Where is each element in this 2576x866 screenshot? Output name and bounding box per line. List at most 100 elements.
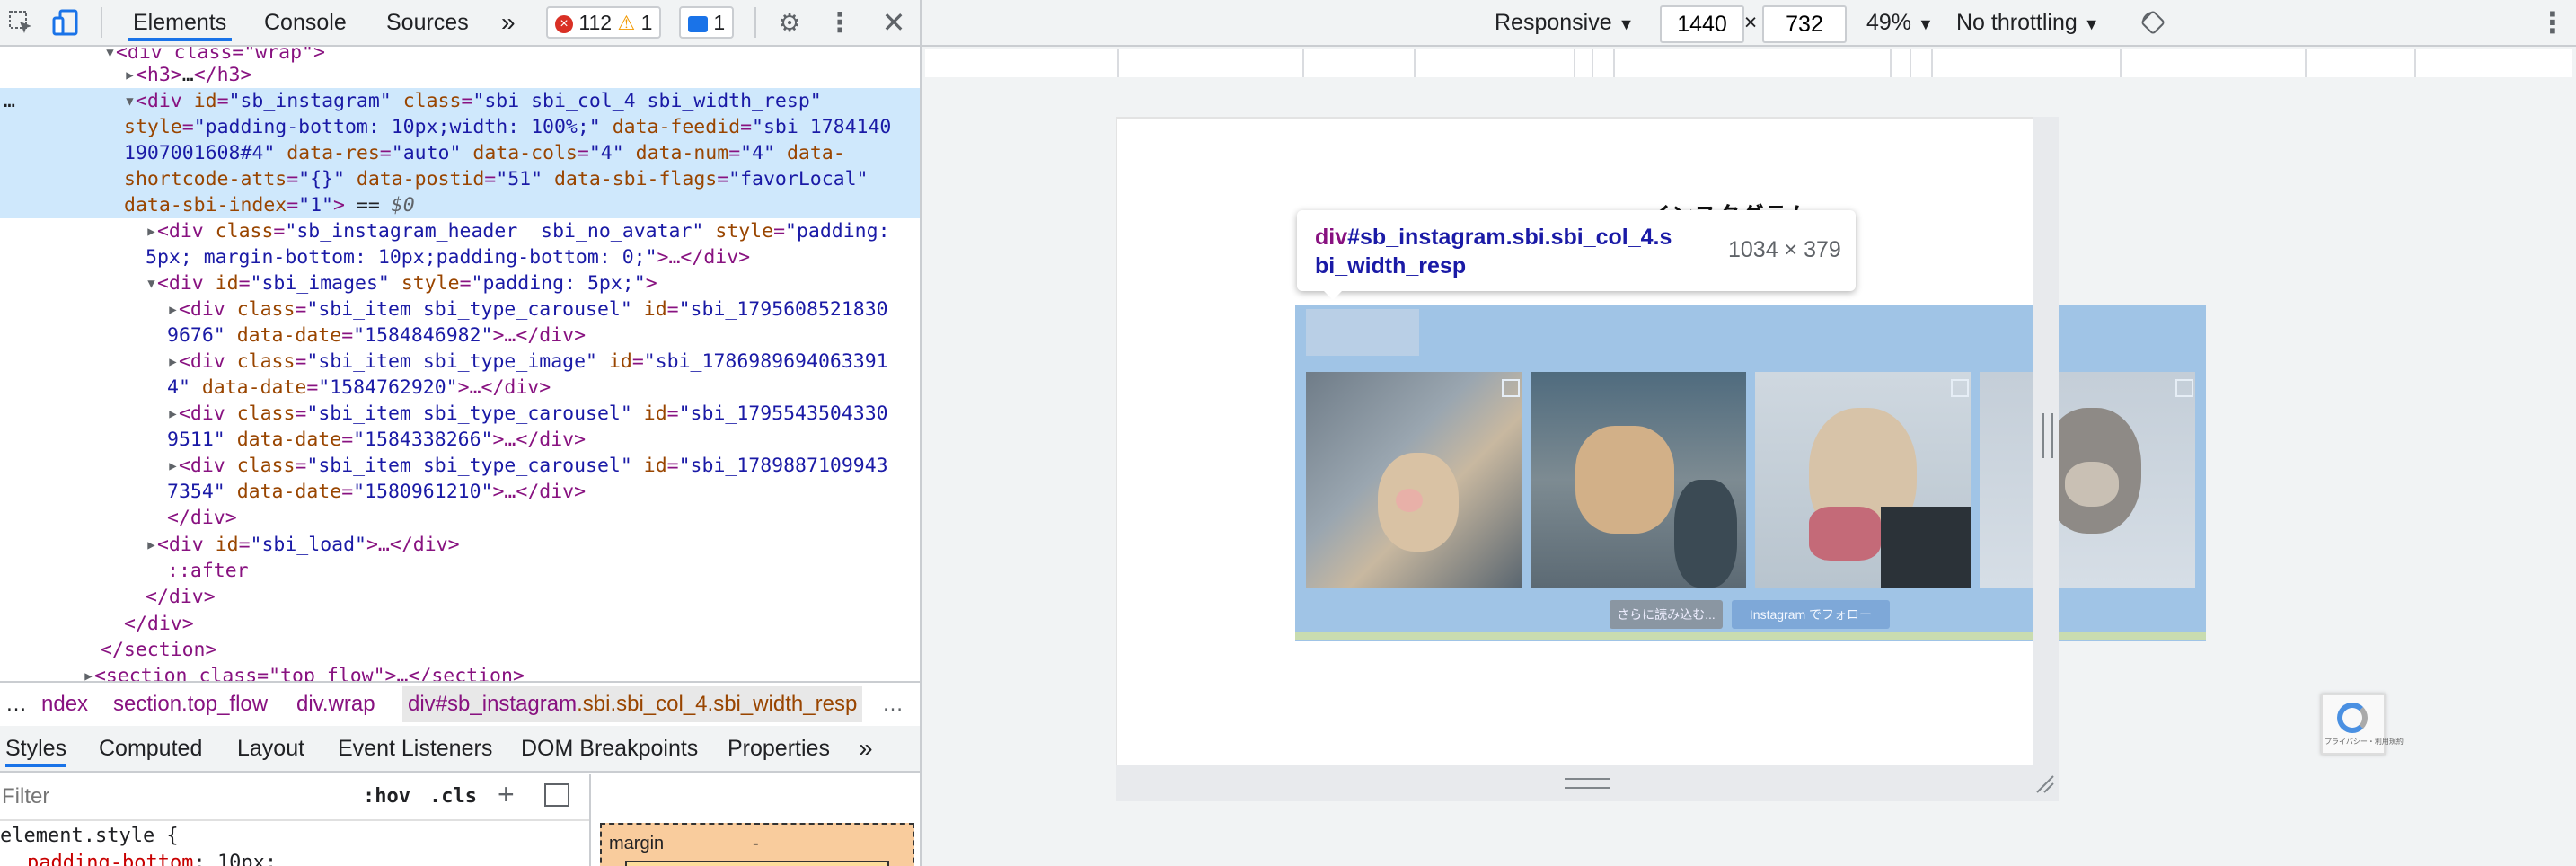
device-more-options-icon[interactable]: ⋮ xyxy=(2538,5,2567,40)
viewport-height-input[interactable] xyxy=(1762,5,1847,43)
dimension-separator: × xyxy=(1743,10,1758,35)
dom-node-h3[interactable]: ▸<h3>…</h3> xyxy=(124,62,920,88)
breadcrumb-scroll-left[interactable]: … xyxy=(5,690,27,719)
expand-triangle-icon[interactable]: ▸ xyxy=(167,350,179,373)
carousel-icon xyxy=(1502,379,1520,397)
media-query-marker xyxy=(1592,49,1593,77)
load-more-button[interactable]: さらに読み込む... xyxy=(1610,600,1723,629)
cls-toggle[interactable]: .cls xyxy=(429,785,477,808)
expand-triangle-icon[interactable]: ▸ xyxy=(83,665,94,681)
dom-node-after[interactable]: ::after xyxy=(167,558,920,584)
tab-computed[interactable]: Computed xyxy=(99,733,202,764)
filter-input[interactable] xyxy=(0,782,345,812)
recaptcha-badge[interactable]: プライバシー・利用規約 xyxy=(2321,694,2404,755)
dom-node-close-section: </section> xyxy=(101,639,217,661)
box-model-margin-label: margin xyxy=(609,834,665,853)
dom-node-item[interactable]: ▸<div class="sbi_item sbi_type_image" id… xyxy=(167,349,920,375)
more-options-icon[interactable]: ⋮ xyxy=(825,7,855,38)
instagram-photo[interactable] xyxy=(1531,372,1746,588)
device-toggle-icon[interactable] xyxy=(50,7,81,38)
dropdown-arrow-icon: ▼ xyxy=(1618,15,1635,33)
more-tabs-button[interactable]: » xyxy=(496,7,521,38)
dom-node-section[interactable]: ▸<section class="top_flow">…</section> xyxy=(83,663,920,681)
dom-node-sbi-images[interactable]: ▾<div id="sbi_images" style="padding: 5p… xyxy=(146,270,920,296)
throttling-dropdown[interactable]: No throttling ▼ xyxy=(1956,7,2100,38)
device-emulation-area: Responsive ▼ × 49% ▼ No throttling ▼ ⋮ イ… xyxy=(922,0,2576,866)
instagram-photo[interactable] xyxy=(1980,372,2195,588)
dom-node-item-line: 4" data-date="1584762920">…</div> xyxy=(167,376,551,399)
hov-toggle[interactable]: :hov xyxy=(363,785,410,808)
instagram-photo[interactable] xyxy=(1306,372,1522,588)
rotate-icon[interactable] xyxy=(2139,9,2166,36)
more-tabs-button[interactable]: » xyxy=(859,733,873,764)
media-query-marker xyxy=(2120,49,2122,77)
dom-node-item[interactable]: ▸<div class="sbi_item sbi_type_carousel"… xyxy=(167,453,920,479)
expand-triangle-icon[interactable]: ▸ xyxy=(167,402,179,425)
tab-console[interactable]: Console xyxy=(259,7,352,38)
media-query-marker xyxy=(2305,49,2307,77)
viewport-bottom-resize-handle[interactable] xyxy=(1116,765,2059,801)
tooltip-selector: div#sb_instagram.sbi.sbi_col_4.s bi_width… xyxy=(1315,225,1672,278)
media-query-marker xyxy=(1931,49,1933,77)
dom-node-sbi-load[interactable]: ▸<div id="sbi_load">…</div> xyxy=(146,532,920,558)
messages-badge[interactable]: 1 xyxy=(679,6,735,39)
pane-divider[interactable] xyxy=(589,774,591,866)
warning-icon: ⚠ xyxy=(617,12,636,34)
dom-node-header-line: 5px; margin-bottom: 10px;padding-bottom:… xyxy=(146,246,751,269)
expand-triangle-icon[interactable]: ▸ xyxy=(167,298,179,321)
dom-node-header[interactable]: ▸<div class="sb_instagram_header sbi_no_… xyxy=(146,218,920,244)
collapse-triangle-icon[interactable]: ▾ xyxy=(104,47,116,64)
recaptcha-links[interactable]: プライバシー・利用規約 xyxy=(2325,737,2404,747)
tab-layout[interactable]: Layout xyxy=(237,733,304,764)
dom-node-selected[interactable]: … ▾<div id="sb_instagram" class="sbi sbi_… xyxy=(0,88,920,114)
dom-node-item-line: 7354" data-date="1580961210">…</div> xyxy=(167,481,587,503)
close-icon[interactable]: ✕ xyxy=(878,6,909,39)
dom-node-close-div: </div> xyxy=(167,507,237,529)
viewport-width-input[interactable] xyxy=(1660,5,1744,43)
toggle-sidebar-icon[interactable] xyxy=(544,783,569,807)
dom-node-selected-line: data-sbi-index="1"> == $0 xyxy=(0,192,920,218)
styles-rule: element.style { padding-bottom: 10px; xyxy=(0,821,589,866)
devtools-panel: Elements Console Sources » × 112 ⚠ 1 1 ⚙… xyxy=(0,0,922,866)
viewport-right-resize-handle[interactable] xyxy=(2033,117,2059,800)
resize-grip-icon xyxy=(2042,413,2053,458)
dom-node-item[interactable]: ▸<div class="sbi_item sbi_type_carousel"… xyxy=(167,296,920,323)
breadcrumb-item[interactable]: div.wrap xyxy=(296,690,375,719)
expand-triangle-icon[interactable]: ▸ xyxy=(146,220,157,243)
dom-node-item[interactable]: ▸<div class="sbi_item sbi_type_carousel"… xyxy=(167,401,920,427)
tab-properties[interactable]: Properties xyxy=(728,733,830,764)
error-count: 112 xyxy=(578,11,613,34)
tab-elements[interactable]: Elements xyxy=(128,7,233,41)
expand-triangle-icon[interactable]: ▸ xyxy=(124,64,136,86)
breadcrumb-current[interactable]: div#sb_instagram.sbi.sbi_col_4.sbi_width… xyxy=(402,686,863,722)
breadcrumb: … ndex section.top_flow div.wrap div#sb_… xyxy=(0,681,920,728)
expand-triangle-icon[interactable]: ▸ xyxy=(146,534,157,556)
breadcrumb-item[interactable]: ndex xyxy=(41,690,88,719)
dom-tree: ▾<div class="wrap"> ▸<h3>…</h3> … ▾<div i… xyxy=(0,47,920,681)
expand-triangle-icon[interactable]: ▸ xyxy=(167,455,179,477)
settings-gear-icon[interactable]: ⚙ xyxy=(774,7,805,38)
tab-event-listeners[interactable]: Event Listeners xyxy=(338,733,492,764)
add-rule-icon[interactable]: + xyxy=(498,778,515,811)
breadcrumb-scroll-right[interactable]: … xyxy=(882,690,904,719)
follow-instagram-button[interactable]: Instagram でフォロー xyxy=(1732,600,1890,629)
tab-sources[interactable]: Sources xyxy=(381,7,474,38)
box-model-border xyxy=(625,861,889,866)
style-declaration[interactable]: padding-bottom: 10px; xyxy=(27,852,277,866)
breadcrumb-item[interactable]: section.top_flow xyxy=(113,690,268,719)
device-mode-dropdown[interactable]: Responsive ▼ xyxy=(1495,7,1634,38)
tab-dom-breakpoints[interactable]: DOM Breakpoints xyxy=(521,733,698,764)
zoom-dropdown[interactable]: 49% ▼ xyxy=(1866,7,1934,38)
collapse-triangle-icon[interactable]: ▾ xyxy=(124,90,136,112)
instagram-photo[interactable] xyxy=(1755,372,1971,588)
media-query-marker xyxy=(1613,49,1615,77)
media-query-bar[interactable] xyxy=(925,49,2572,77)
collapse-triangle-icon[interactable]: ▾ xyxy=(146,272,157,295)
corner-resize-icon[interactable] xyxy=(2033,773,2055,794)
issues-counter-badge[interactable]: × 112 ⚠ 1 xyxy=(546,6,662,39)
error-icon: × xyxy=(555,14,573,33)
inspect-element-icon[interactable] xyxy=(5,7,36,38)
box-model-margin-value[interactable]: - xyxy=(753,834,759,854)
tab-styles[interactable]: Styles xyxy=(5,733,67,767)
dom-node-selected-line: shortcode-atts="{}" data-postid="51" dat… xyxy=(0,166,920,192)
